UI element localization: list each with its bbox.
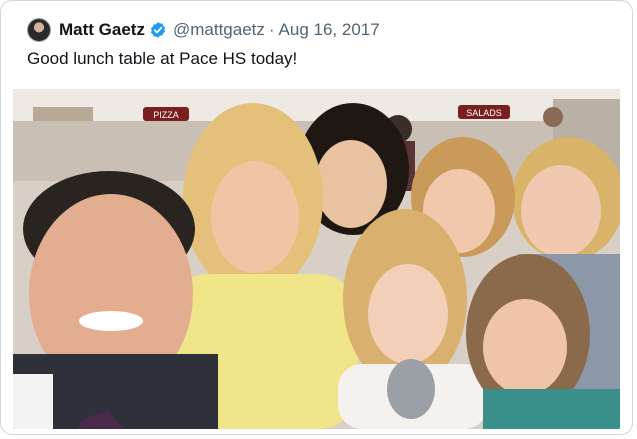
tweet-date[interactable]: Aug 16, 2017 — [279, 20, 380, 40]
author-name[interactable]: Matt Gaetz — [59, 20, 145, 40]
wall-sign-salads-text: SALADS — [466, 108, 502, 118]
author-avatar[interactable] — [27, 18, 51, 42]
author-handle[interactable]: @mattgaetz — [173, 20, 265, 40]
group-selfie-photo: PIZZA SALADS — [13, 89, 620, 429]
tweet-photo[interactable]: PIZZA SALADS — [13, 89, 620, 429]
tweet-header: Matt Gaetz @mattgaetz · Aug 16, 2017 — [27, 17, 380, 43]
wall-sign-pizza-text: PIZZA — [153, 110, 179, 120]
header-separator: · — [268, 20, 275, 39]
tweet-text: Good lunch table at Pace HS today! — [27, 49, 298, 68]
verified-badge-icon — [150, 22, 166, 38]
tweet-card[interactable]: Matt Gaetz @mattgaetz · Aug 16, 2017 Goo… — [0, 0, 633, 435]
